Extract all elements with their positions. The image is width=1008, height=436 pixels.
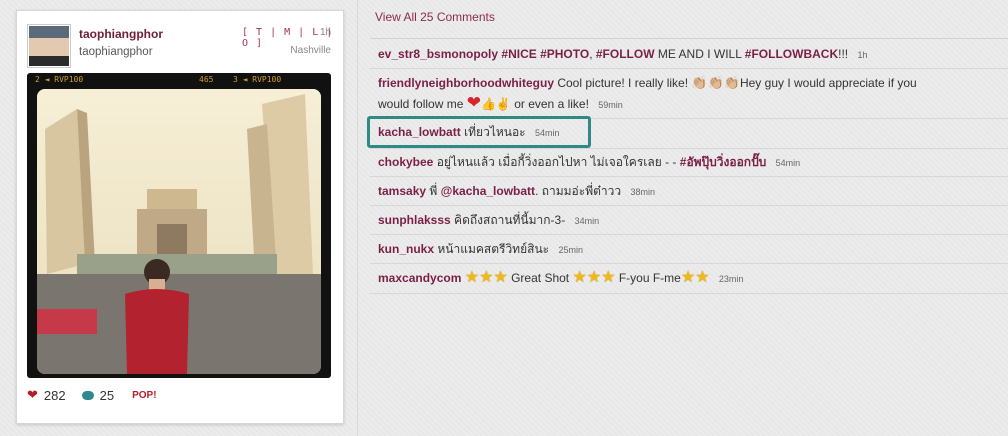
comment-time: 25min — [558, 245, 583, 255]
comment-username[interactable]: maxcandycom — [378, 271, 461, 285]
comment-username[interactable]: kun_nukx — [378, 242, 434, 256]
comment-username[interactable]: chokybee — [378, 155, 433, 169]
film-frame-label: 2 ◄ RVP100 — [35, 75, 84, 84]
comment-time: 54min — [534, 128, 560, 138]
hashtag[interactable]: #FOLLOW — [596, 47, 655, 61]
comment-time: 38min — [630, 187, 655, 197]
comment-item: maxcandycom ★★★ Great Shot ★★★ F-you F-m… — [378, 268, 978, 289]
comment-text: , — [589, 47, 596, 61]
film-strip-bar: 2 ◄ RVP100 465 3 ◄ RVP100 — [27, 73, 331, 87]
photo-image — [37, 89, 321, 374]
post-location[interactable]: Nashville — [290, 45, 331, 56]
heart-emoji-icon: ❤ — [466, 93, 481, 112]
comment-item: friendlyneighborhoodwhiteguy Cool pictur… — [378, 73, 978, 115]
post-username[interactable]: taophiangphor — [79, 27, 163, 41]
comment-time: 59min — [598, 100, 623, 110]
column-divider — [357, 0, 358, 436]
divider — [370, 293, 1008, 294]
film-frame-number: 465 — [199, 75, 214, 84]
comment-item: ev_str8_bsmonopoly #NICE #PHOTO, #FOLLOW… — [378, 44, 978, 65]
comment-count: 25 — [99, 387, 115, 403]
star-emoji-icon: ★★★ — [464, 269, 508, 286]
comment-text: ME AND I WILL — [654, 47, 745, 61]
comment-username[interactable]: friendlyneighborhoodwhiteguy — [378, 76, 554, 90]
comment-text: หน้าแมคสตรีวิทย์สินะ — [437, 242, 550, 256]
thumbs-up-emoji-icon: 👍✌ — [480, 97, 511, 111]
comment-text: อยู่ไหนแล้ว เมื่อกี้วิ่งออกไปหา ไม่เจอใค… — [436, 155, 677, 169]
comment-text: Cool picture! I really like! — [557, 76, 689, 90]
divider — [370, 176, 1008, 177]
comment-text: would follow me — [378, 97, 464, 111]
divider — [370, 234, 1008, 235]
comment-item: sunphlaksss คิดถึงสถานที่นี้มาก-3- 34min — [378, 210, 978, 231]
comment-text: !!! — [838, 47, 849, 61]
comment-username[interactable]: kacha_lowbatt — [378, 125, 461, 139]
hashtag[interactable]: #PHOTO — [540, 47, 589, 61]
pop-badge[interactable]: POP! — [132, 390, 156, 401]
post-full-name: taophiangphor — [79, 46, 153, 58]
post-photo[interactable]: 2 ◄ RVP100 465 3 ◄ RVP100 — [27, 73, 331, 378]
comment-username[interactable]: tamsaky — [378, 184, 426, 198]
hashtag[interactable]: #NICE — [501, 47, 536, 61]
star-emoji-icon: ★★ — [680, 269, 710, 286]
comment-item: tamsaky พี่ @kacha_lowbatt. ถามมอ่ะพี่ต๋… — [378, 181, 978, 202]
comment-text: พี่ — [429, 184, 438, 198]
hashtag[interactable]: #อัพปุ๊บวิ่งออกปั๊บ — [680, 155, 767, 169]
comment-item: kacha_lowbatt เที่ยวไหนอะ 54min — [378, 122, 978, 143]
view-all-comments-link[interactable]: View All 25 Comments — [375, 10, 495, 24]
hashtag[interactable]: #FOLLOWBACK — [745, 47, 838, 61]
comment-text: Hey guy I would appreciate if you — [739, 76, 917, 90]
comment-time: 23min — [718, 274, 744, 284]
divider — [370, 68, 1008, 69]
divider — [370, 263, 1008, 264]
like-count: 282 — [43, 387, 66, 403]
comment-text: . ถามมอ่ะพี่ต๋าวว — [535, 184, 622, 198]
comment-text: Great Shot — [511, 271, 570, 285]
comment-text: or even a like! — [514, 97, 589, 111]
comment-text: F-you F-me — [618, 271, 681, 285]
divider — [370, 148, 1008, 149]
post-stats: ❤ 282 25 POP! — [27, 387, 157, 403]
comment-username[interactable]: ev_str8_bsmonopoly — [378, 47, 498, 61]
post-time: 1h — [320, 27, 332, 38]
comment-time: 34min — [574, 216, 600, 226]
heart-icon[interactable]: ❤ — [27, 387, 38, 403]
comment-text: คิดถึงสถานที่นี้มาก-3- — [454, 213, 566, 227]
star-emoji-icon: ★★★ — [572, 269, 616, 286]
film-frame-label: 3 ◄ RVP100 — [233, 75, 282, 84]
mention-link[interactable]: @kacha_lowbatt — [441, 184, 535, 198]
divider — [370, 38, 1008, 39]
clap-emoji-icon: 👏🏼👏🏼👏🏼 — [691, 75, 740, 90]
avatar[interactable] — [27, 24, 71, 68]
speech-bubble-icon[interactable] — [81, 390, 94, 400]
comment-time: 54min — [775, 158, 801, 168]
comment-username[interactable]: sunphlaksss — [378, 213, 451, 227]
comment-item: kun_nukx หน้าแมคสตรีวิทย์สินะ 25min — [378, 239, 978, 260]
divider — [370, 205, 1008, 206]
comment-time: 1h — [857, 50, 868, 60]
comment-item: chokybee อยู่ไหนแล้ว เมื่อกี้วิ่งออกไปหา… — [378, 152, 978, 173]
photo-card: taophiangphor taophiangphor [ T | M | L … — [16, 10, 344, 424]
comment-text: เที่ยวไหนอะ — [464, 125, 526, 139]
